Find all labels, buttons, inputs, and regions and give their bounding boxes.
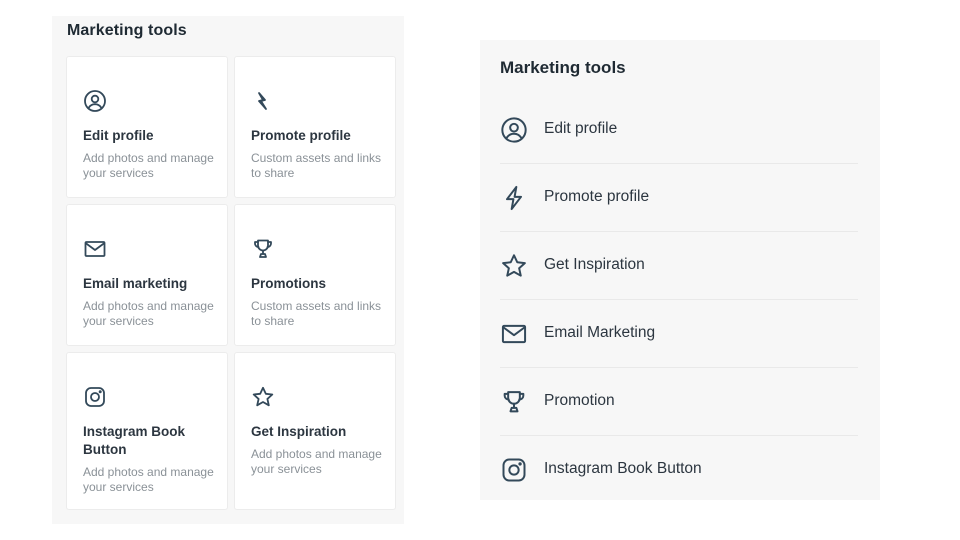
panel-title: Marketing tools [500,58,626,77]
trophy-icon [251,237,275,261]
card-title: Edit profile [83,128,154,143]
star-icon [500,252,528,280]
card-instagram-book-button[interactable]: Instagram Book Button Add photos and man… [66,352,228,510]
card-edit-profile[interactable]: Edit profile Add photos and manage your … [66,56,228,198]
list-item-label: Edit profile [544,120,618,137]
list-item-label: Promotion [544,392,615,409]
list-item-email-marketing[interactable]: Email Marketing [500,300,858,368]
list-item-label: Get Inspiration [544,256,645,273]
list-item-label: Promote profile [544,188,650,205]
envelope-icon [83,237,107,261]
list-item-edit-profile[interactable]: Edit profile [500,96,858,164]
user-circle-icon [500,116,528,144]
card-title: Promotions [251,276,327,291]
envelope-icon [500,320,528,348]
list-item-label: Email Marketing [544,324,656,341]
card-description: Add photos and manage your services [83,465,214,494]
star-icon [251,385,275,409]
card-promote-profile[interactable]: Promote profile Custom assets and links … [234,56,396,198]
marketing-tools-grid-panel: Marketing tools Edit profile Add photos … [52,16,404,524]
card-get-inspiration[interactable]: Get Inspiration Add photos and manage yo… [234,352,396,510]
instagram-icon [83,385,107,409]
card-title: Get Inspiration [251,424,347,439]
card-title: Promote profile [251,128,351,143]
card-title: Email marketing [83,276,188,291]
card-description: Custom assets and links to share [251,299,382,328]
card-title: Instagram Book Button [83,424,186,457]
list-item-label: Instagram Book Button [544,460,702,477]
card-promotions[interactable]: Promotions Custom assets and links to sh… [234,204,396,346]
panel-title: Marketing tools [67,22,187,39]
user-circle-icon [83,89,107,113]
list-item-get-inspiration[interactable]: Get Inspiration [500,232,858,300]
trophy-icon [500,388,528,416]
instagram-icon [500,456,528,484]
card-description: Add photos and manage your services [251,447,382,476]
lightning-icon [500,184,528,212]
list-item-instagram-book-button[interactable]: Instagram Book Button [500,436,858,504]
marketing-tools-list-panel: Marketing tools Edit profile Promote pro… [480,40,880,500]
card-email-marketing[interactable]: Email marketing Add photos and manage yo… [66,204,228,346]
card-description: Add photos and manage your services [83,151,214,180]
card-description: Add photos and manage your services [83,299,214,328]
card-description: Custom assets and links to share [251,151,382,180]
lightning-icon [251,89,275,113]
list-item-promotion[interactable]: Promotion [500,368,858,436]
list-item-promote-profile[interactable]: Promote profile [500,164,858,232]
